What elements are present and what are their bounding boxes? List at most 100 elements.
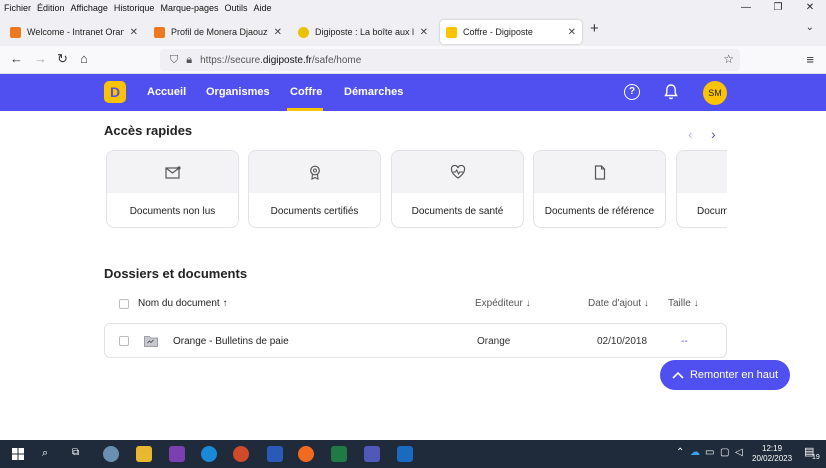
tab-title: Coffre - Digiposte (463, 27, 533, 37)
battery-icon[interactable]: ▭ (705, 447, 714, 458)
card-label: Documents de référence (544, 206, 655, 217)
outlook-icon[interactable] (397, 446, 413, 462)
avatar[interactable]: SM (703, 81, 727, 105)
nav-organismes[interactable]: Organismes (206, 86, 270, 98)
quick-access-title: Accès rapides (104, 123, 193, 138)
heart-pulse-icon (450, 165, 465, 179)
help-icon[interactable]: ? (624, 84, 640, 100)
tab-title: Welcome - Intranet Orange (27, 27, 124, 37)
badge-icon (309, 165, 320, 180)
document-name[interactable]: Orange - Bulletins de paie (173, 336, 289, 347)
menu-fichier[interactable]: Fichier (4, 3, 31, 13)
card-documents-non-lus[interactable]: Documents non lus (106, 150, 239, 228)
menu-historique[interactable]: Historique (114, 3, 155, 13)
chevron-up-icon (672, 371, 684, 379)
windows-taskbar: ⌕ ⧉ ⌃ ☁ ▭ ▢ ◁ 12:19 20/02/2023 ▤ 19 (0, 440, 826, 468)
close-tab-icon[interactable]: ✕ (420, 27, 428, 38)
row-checkbox[interactable] (119, 336, 129, 346)
clock-time: 12:19 (762, 444, 783, 453)
list-tabs-icon[interactable]: ⌄ (806, 22, 814, 33)
lock-icon[interactable]: 🔒︎ (186, 54, 192, 67)
card-documents-more[interactable]: Docum (676, 150, 727, 228)
shield-icon[interactable]: ⛉ (170, 54, 178, 67)
window-controls: — ❐ ✕ (730, 0, 826, 16)
close-window-button[interactable]: ✕ (794, 0, 826, 16)
menu-outils[interactable]: Outils (225, 3, 248, 13)
app-menu-icon[interactable]: ≡ (806, 52, 814, 67)
orange-favicon-icon (154, 26, 165, 38)
bookmark-star-icon[interactable]: ☆ (723, 52, 734, 66)
nav-demarches[interactable]: Démarches (344, 86, 403, 98)
bell-icon[interactable] (664, 84, 678, 100)
notification-count: 19 (812, 454, 820, 461)
close-tab-icon[interactable]: ✕ (568, 27, 576, 38)
close-tab-icon[interactable]: ✕ (274, 27, 282, 38)
back-icon[interactable]: ← (10, 51, 23, 66)
document-date: 02/10/2018 (597, 336, 648, 347)
tab-title: Digiposte : La boîte aux lettres (315, 27, 414, 37)
clock-date: 20/02/2023 (752, 454, 793, 463)
app-header: D Accueil Organismes Coffre Démarches ? … (0, 74, 826, 111)
tab-coffre-digiposte[interactable]: Coffre - Digiposte ✕ (440, 20, 582, 44)
card-documents-certifies[interactable]: Documents certifiés (248, 150, 381, 228)
windows-start-icon[interactable] (12, 448, 24, 460)
digiposte-logo[interactable]: D (104, 81, 126, 103)
minimize-button[interactable]: — (730, 0, 762, 16)
active-nav-indicator (287, 108, 323, 111)
menu-marque-pages[interactable]: Marque-pages (160, 3, 218, 13)
select-all-checkbox[interactable] (119, 299, 129, 309)
card-label: Documents certifiés (270, 206, 359, 217)
tab-title: Profil de Monera Djaouzi - Ann (171, 27, 268, 37)
edge-icon[interactable] (201, 446, 217, 462)
close-tab-icon[interactable]: ✕ (130, 27, 138, 38)
forward-icon[interactable]: → (34, 51, 47, 66)
tab-profil-monera[interactable]: Profil de Monera Djaouzi - Ann ✕ (148, 20, 288, 44)
monitor-icon[interactable]: ▢ (720, 447, 729, 458)
tab-digiposte-boite[interactable]: Digiposte : La boîte aux lettres ✕ (292, 20, 434, 44)
app-icon[interactable] (103, 446, 119, 462)
card-documents-de-reference[interactable]: Documents de référence (533, 150, 666, 228)
orange-favicon-icon (10, 26, 21, 38)
card-label: Documents non lus (129, 206, 216, 217)
powerpoint-icon[interactable] (233, 446, 249, 462)
column-header-date[interactable]: Date d'ajout ↓ (588, 298, 649, 309)
card-label: Documents de santé (411, 206, 504, 217)
word-icon[interactable] (267, 446, 283, 462)
back-to-top-label: Remonter en haut (689, 369, 779, 381)
file-explorer-icon[interactable] (136, 446, 152, 462)
tab-intranet-orange[interactable]: Welcome - Intranet Orange ✕ (4, 20, 144, 44)
document-sender: Orange (477, 336, 511, 347)
teams-icon[interactable] (364, 446, 380, 462)
excel-icon[interactable] (331, 446, 347, 462)
restore-button[interactable]: ❐ (762, 0, 794, 16)
card-label: Docum (697, 206, 727, 217)
digiposte-favicon-icon (298, 26, 309, 38)
column-header-name[interactable]: Nom du document ↑ (138, 298, 228, 309)
card-documents-de-sante[interactable]: Documents de santé (391, 150, 524, 228)
search-icon[interactable]: ⌕ (42, 447, 48, 460)
cloud-icon[interactable]: ☁ (690, 447, 700, 458)
volume-icon[interactable]: ◁ (735, 447, 743, 458)
onenote-icon[interactable] (169, 446, 185, 462)
document-icon (594, 164, 605, 180)
tab-bar: Welcome - Intranet Orange ✕ Profil de Mo… (0, 16, 826, 46)
menu-affichage[interactable]: Affichage (71, 3, 108, 13)
new-tab-icon[interactable]: + (590, 20, 599, 37)
back-to-top-button[interactable]: Remonter en haut (660, 360, 790, 390)
menu-aide[interactable]: Aide (254, 3, 272, 13)
menu-edition[interactable]: Édition (37, 3, 65, 13)
folder-icon (144, 336, 158, 347)
task-view-icon[interactable]: ⧉ (72, 447, 79, 458)
digiposte-favicon-icon (446, 26, 457, 38)
table-row[interactable]: Orange - Bulletins de paie Orange 02/10/… (104, 323, 727, 358)
firefox-icon[interactable] (298, 446, 314, 462)
chevron-up-icon[interactable]: ⌃ (676, 447, 684, 458)
nav-accueil[interactable]: Accueil (147, 86, 186, 98)
system-clock[interactable]: 12:19 20/02/2023 (752, 444, 792, 464)
reload-icon[interactable]: ↻ (57, 51, 68, 67)
home-icon[interactable]: ⌂ (80, 51, 88, 66)
column-header-size[interactable]: Taille ↓ (668, 298, 699, 309)
address-bar[interactable]: ⛉ 🔒︎ https://secure.digiposte.fr/safe/ho… (160, 49, 740, 71)
nav-coffre[interactable]: Coffre (290, 86, 322, 98)
column-header-sender[interactable]: Expéditeur ↓ (475, 298, 531, 309)
